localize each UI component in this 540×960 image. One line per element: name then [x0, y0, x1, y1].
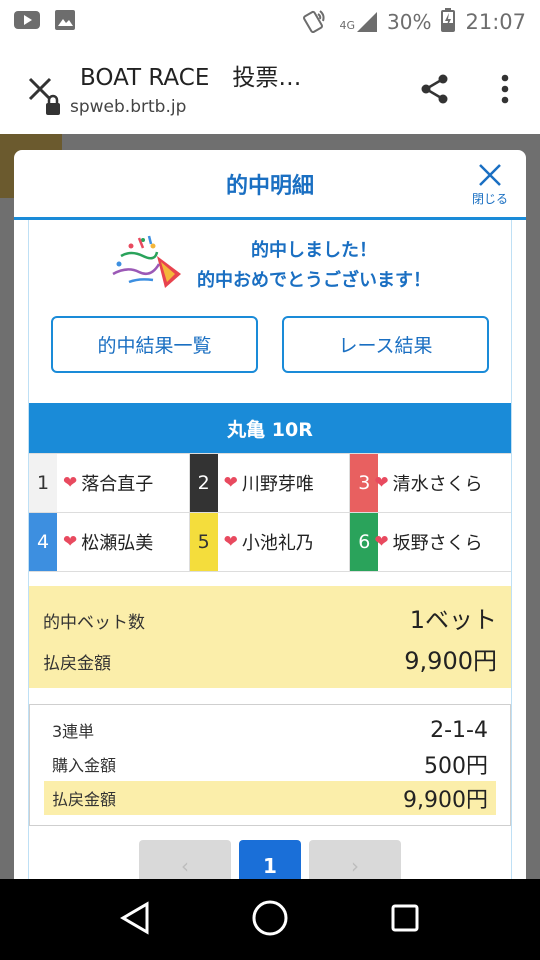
congrats-text: 的中しました！ 的中おめでとうございます！	[197, 236, 431, 296]
racer-grid: 1 ❤ 落合直子 2 ❤ 川野芽唯 3 ❤ 清水さくら 4 ❤ 松瀬弘美 5 ❤	[29, 453, 511, 572]
heart-icon: ❤	[223, 473, 238, 493]
battery-charging-icon	[441, 7, 456, 37]
racer-cell: 6 ❤ 坂野さくら	[350, 512, 511, 571]
racer-name: 坂野さくら	[392, 533, 483, 554]
modal-body: 的中しました！ 的中おめでとうございます！ 的中結果一覧 レース結果 丸亀 10…	[28, 220, 512, 890]
bet-combination: 2-1-4	[430, 717, 488, 743]
system-nav-bar	[0, 879, 540, 960]
home-circle-icon	[252, 900, 288, 935]
racer-cell: 1 ❤ 落合直子	[29, 453, 190, 512]
lock-icon	[44, 94, 62, 120]
gallery-icon	[54, 9, 76, 35]
browser-toolbar: BOAT RACE 投票… spweb.brtb.jp	[0, 44, 540, 134]
racer-name: 川野芽唯	[241, 474, 314, 495]
network-type: 4G	[339, 19, 356, 32]
hit-summary: 的中ベット数 1ベット 払戻金額 9,900円	[29, 586, 511, 688]
racer-cell: 2 ❤ 川野芽唯	[189, 453, 351, 512]
payout-value: 9,900円	[404, 647, 497, 675]
heart-icon: ❤	[374, 473, 389, 493]
back-triangle-icon	[120, 900, 149, 935]
modal-header: 的中明細 閉じる	[14, 150, 526, 220]
congrats-banner: 的中しました！ 的中おめでとうございます！	[29, 234, 511, 298]
purchase-label: 購入金額	[52, 756, 117, 775]
purchase-row: 購入金額 500円	[44, 747, 496, 781]
racer-cell: 3 ❤ 清水さくら	[350, 453, 511, 512]
more-vert-icon	[501, 74, 509, 104]
heart-icon: ❤	[63, 532, 78, 552]
action-buttons: 的中結果一覧 レース結果	[29, 316, 511, 373]
status-bar: 4G 30% 21:07	[0, 0, 540, 44]
detail-payout-value: 9,900円	[403, 788, 488, 813]
heart-icon: ❤	[374, 532, 389, 552]
congrats-line-1: 的中しました！	[251, 240, 377, 261]
racer-cell: 4 ❤ 松瀬弘美	[29, 512, 190, 571]
racer-cell: 5 ❤ 小池礼乃	[189, 512, 351, 571]
lane-number: 5	[189, 513, 218, 571]
detail-payout-row: 払戻金額 9,900円	[44, 781, 496, 815]
heart-icon: ❤	[63, 473, 78, 493]
battery-percent: 30%	[387, 10, 432, 34]
share-icon	[421, 74, 448, 104]
congrats-line-2: 的中おめでとうございます！	[197, 270, 431, 291]
racer-name: 松瀬弘美	[81, 533, 154, 554]
modal-close-button[interactable]: 閉じる	[468, 162, 512, 207]
overflow-menu-button[interactable]	[470, 44, 540, 134]
racer-name: 落合直子	[81, 474, 154, 495]
url-text: spweb.brtb.jp	[70, 97, 187, 117]
detail-payout-label: 払戻金額	[52, 790, 117, 809]
purchase-value: 500円	[424, 754, 488, 779]
signal-icon: 4G	[339, 12, 378, 32]
clock: 21:07	[465, 10, 526, 34]
share-button[interactable]	[400, 44, 470, 134]
modal-title: 的中明細	[225, 173, 314, 199]
close-icon	[479, 164, 501, 186]
lane-number: 1	[29, 454, 57, 512]
party-popper-icon	[109, 234, 185, 298]
race-results-button[interactable]: レース結果	[282, 316, 489, 373]
heart-icon: ❤	[223, 532, 238, 552]
hit-results-list-button[interactable]: 的中結果一覧	[51, 316, 258, 373]
racer-name: 清水さくら	[392, 474, 483, 495]
close-tab-button[interactable]	[0, 44, 80, 134]
bet-detail: 3連単 2-1-4 購入金額 500円 払戻金額 9,900円	[29, 704, 511, 826]
page-info[interactable]: BOAT RACE 投票… spweb.brtb.jp	[46, 58, 400, 120]
race-title: 丸亀 10R	[29, 403, 511, 453]
youtube-icon	[14, 10, 40, 34]
page-title: BOAT RACE 投票…	[80, 65, 302, 91]
hit-details-modal: 的中明細 閉じる 的中しました！ 的中おめでとうございます！ 的中結果一覧 レー…	[14, 150, 526, 890]
close-label: 閉じる	[471, 192, 508, 206]
lane-number: 2	[189, 454, 218, 512]
lane-number: 4	[29, 513, 57, 571]
racer-name: 小池礼乃	[241, 533, 314, 554]
payout-label: 払戻金額	[43, 654, 111, 674]
recents-button[interactable]	[390, 903, 420, 937]
back-button[interactable]	[120, 900, 150, 939]
nfc-icon	[303, 7, 329, 38]
recents-square-icon	[391, 904, 419, 931]
hit-bets-value: 1ベット	[409, 606, 497, 634]
hit-bets-label: 的中ベット数	[43, 613, 145, 633]
home-button[interactable]	[251, 899, 289, 941]
bet-type-row: 3連単 2-1-4	[44, 713, 496, 747]
bet-type-label: 3連単	[52, 722, 95, 741]
